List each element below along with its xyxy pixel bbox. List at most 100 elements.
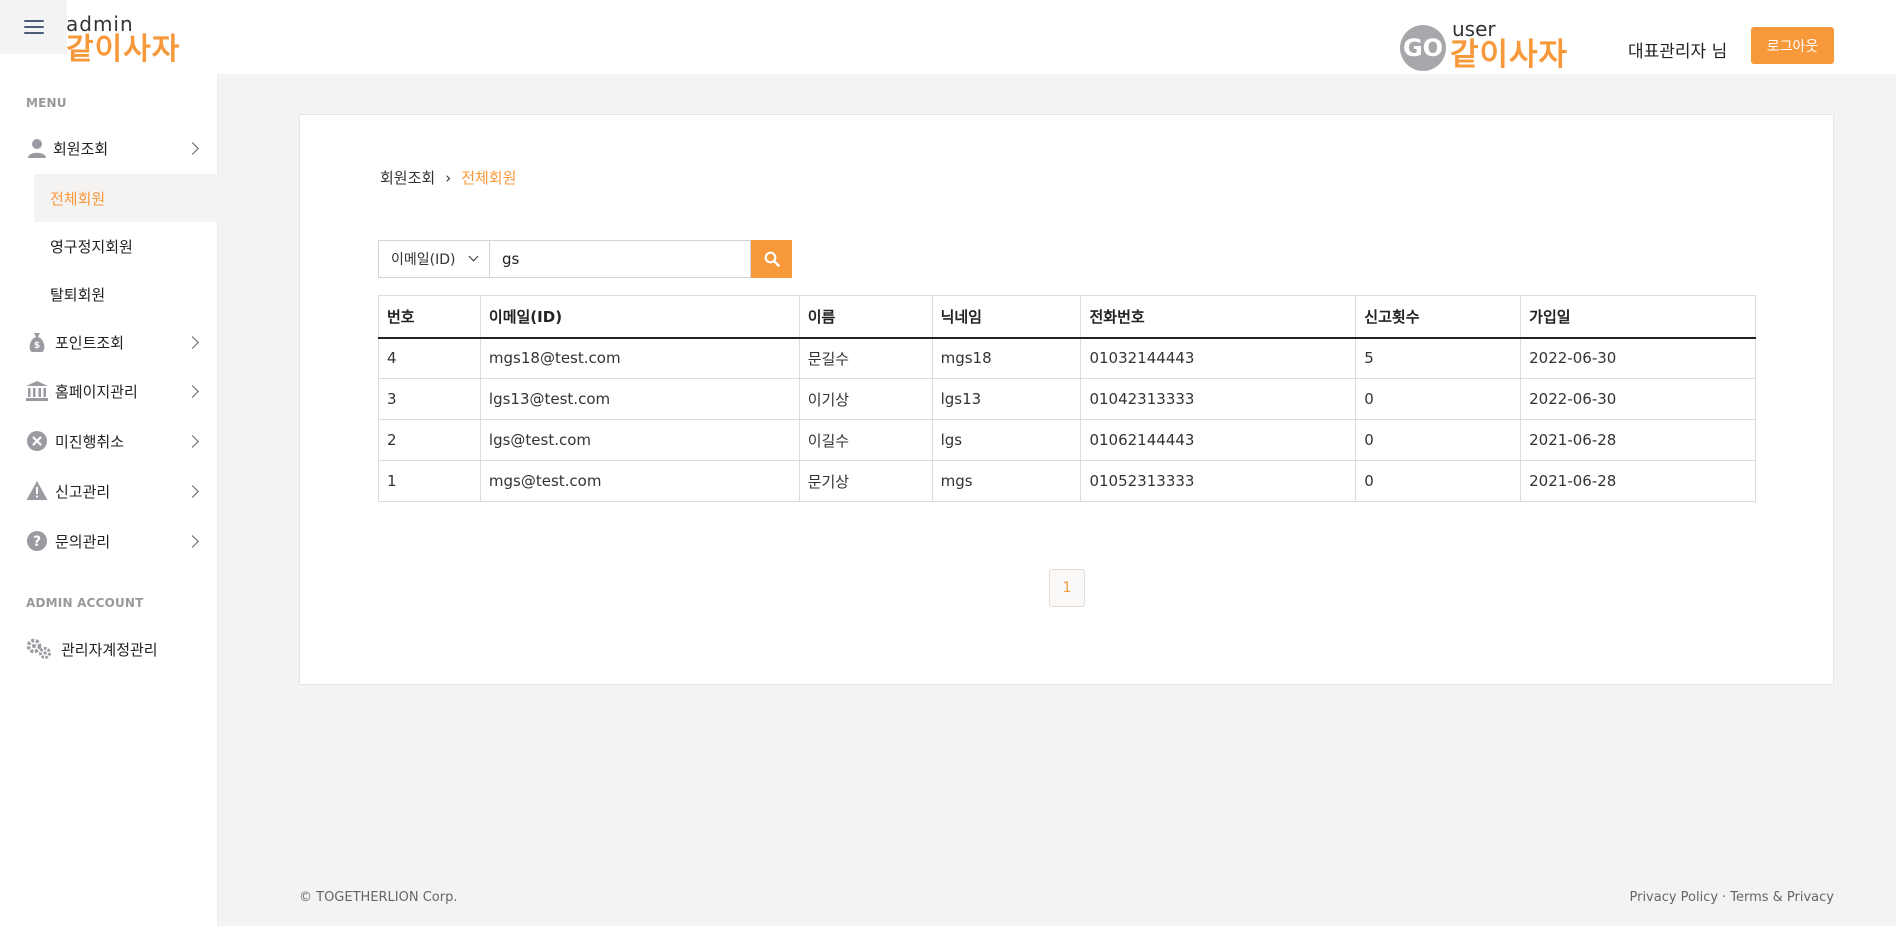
admin-logo-big: 같이사자 bbox=[66, 32, 181, 67]
cell-join-date: 2021-06-28 bbox=[1520, 460, 1756, 502]
chevron-down-icon bbox=[468, 251, 479, 262]
user-site-logo[interactable]: GO user 같이사자 bbox=[1400, 19, 1568, 71]
sidebar-item-inquiries[interactable]: ? 문의관리 bbox=[0, 521, 218, 561]
column-header-phone[interactable]: 전화번호 bbox=[1080, 295, 1357, 339]
user-logo-small: user bbox=[1452, 17, 1496, 41]
cell-join-date: 2021-06-28 bbox=[1520, 419, 1756, 461]
pagination-page-1[interactable]: 1 bbox=[1049, 569, 1085, 607]
sidebar-item-label: 신고관리 bbox=[55, 482, 111, 501]
cell-nickname: lgs bbox=[931, 419, 1082, 461]
top-header: admin 같이사자 GO user 같이사자 대표관리자 님 로그아웃 bbox=[0, 0, 1896, 74]
search-button[interactable] bbox=[751, 240, 792, 278]
sidebar-item-label: 회원조회 bbox=[53, 139, 109, 158]
table-row[interactable]: 1 mgs@test.com 문기상 mgs 01052313333 0 202… bbox=[378, 460, 1756, 502]
sidebar-item-label: 홈페이지관리 bbox=[55, 382, 138, 401]
cell-nickname: mgs18 bbox=[931, 337, 1082, 379]
table-row[interactable]: 4 mgs18@test.com 문길수 mgs18 01032144443 5… bbox=[378, 337, 1756, 379]
search-icon bbox=[764, 251, 780, 267]
sidebar-item-label: 미진행취소 bbox=[55, 432, 125, 451]
breadcrumb-parent[interactable]: 회원조회 bbox=[380, 167, 435, 188]
hamburger-menu-button[interactable] bbox=[0, 0, 67, 54]
cell-number: 4 bbox=[378, 337, 481, 379]
money-bag-icon: $ bbox=[25, 330, 49, 354]
cell-nickname: mgs bbox=[931, 460, 1082, 502]
table-row[interactable]: 2 lgs@test.com 이길수 lgs 01062144443 0 202… bbox=[378, 419, 1756, 461]
svg-text:?: ? bbox=[33, 534, 41, 550]
sidebar-item-cancel-pending[interactable]: 미진행취소 bbox=[0, 421, 218, 461]
cell-phone: 01062144443 bbox=[1080, 419, 1357, 461]
terms-link[interactable]: Terms & Privacy bbox=[1730, 890, 1834, 905]
breadcrumb-separator-icon: › bbox=[445, 168, 452, 187]
svg-text:$: $ bbox=[34, 341, 40, 351]
breadcrumb: 회원조회 › 전체회원 bbox=[380, 167, 516, 188]
chevron-right-icon bbox=[186, 434, 199, 448]
sidebar-item-label: 관리자계정관리 bbox=[61, 640, 158, 659]
members-table: 번호 이메일(ID) 이름 닉네임 전화번호 신고횟수 가입일 4 mgs18@… bbox=[378, 295, 1756, 502]
cell-email: mgs@test.com bbox=[479, 460, 800, 502]
content-card: 회원조회 › 전체회원 이메일(ID) 번호 이메일(ID) bbox=[299, 114, 1834, 685]
sidebar: MENU 회원조회 전체회원 영구정지회원 탈퇴회원 $ 포인트조회 홈페이지관… bbox=[0, 74, 218, 926]
cell-name: 문기상 bbox=[798, 460, 933, 502]
cell-report-count: 0 bbox=[1355, 419, 1522, 461]
cell-nickname: lgs13 bbox=[931, 378, 1082, 420]
privacy-policy-link[interactable]: Privacy Policy bbox=[1629, 890, 1718, 905]
cell-email: mgs18@test.com bbox=[479, 337, 800, 379]
cell-name: 문길수 bbox=[798, 337, 933, 379]
cell-number: 3 bbox=[378, 378, 481, 420]
cell-number: 1 bbox=[378, 460, 481, 502]
user-logo-big: 같이사자 bbox=[1450, 37, 1569, 73]
cell-phone: 01032144443 bbox=[1080, 337, 1357, 379]
sidebar-item-members[interactable]: 회원조회 bbox=[0, 128, 218, 168]
chevron-right-icon bbox=[186, 141, 199, 155]
cell-phone: 01042313333 bbox=[1080, 378, 1357, 420]
sidebar-subitem-label: 영구정지회원 bbox=[50, 237, 133, 256]
cell-report-count: 0 bbox=[1355, 378, 1522, 420]
hamburger-icon bbox=[23, 20, 44, 34]
cancel-circle-icon bbox=[25, 429, 49, 453]
main-content: 회원조회 › 전체회원 이메일(ID) 번호 이메일(ID) bbox=[218, 74, 1896, 804]
admin-logo[interactable]: admin 같이사자 bbox=[66, 13, 180, 65]
sidebar-item-points[interactable]: $ 포인트조회 bbox=[0, 322, 218, 362]
sidebar-subitem-banned-members[interactable]: 영구정지회원 bbox=[34, 222, 218, 270]
column-header-name[interactable]: 이름 bbox=[798, 295, 933, 339]
column-header-report-count[interactable]: 신고횟수 bbox=[1355, 295, 1522, 339]
bank-icon bbox=[25, 379, 49, 403]
gears-icon bbox=[25, 637, 53, 661]
sidebar-item-admin-accounts[interactable]: 관리자계정관리 bbox=[0, 629, 218, 669]
logout-button[interactable]: 로그아웃 bbox=[1751, 27, 1834, 64]
cell-name: 이기상 bbox=[798, 378, 933, 420]
sidebar-subitem-label: 전체회원 bbox=[50, 189, 106, 208]
table-row[interactable]: 3 lgs13@test.com 이기상 lgs13 01042313333 0… bbox=[378, 378, 1756, 420]
chevron-right-icon bbox=[186, 484, 199, 498]
go-badge: GO bbox=[1400, 25, 1446, 71]
footer: © TOGETHERLION Corp. Privacy Policy · Te… bbox=[218, 804, 1896, 926]
copyright: © TOGETHERLION Corp. bbox=[299, 890, 458, 905]
footer-links: Privacy Policy · Terms & Privacy bbox=[1629, 890, 1834, 905]
warning-icon bbox=[25, 479, 49, 503]
cell-number: 2 bbox=[378, 419, 481, 461]
question-circle-icon: ? bbox=[25, 529, 49, 553]
cell-report-count: 5 bbox=[1355, 337, 1522, 379]
cell-name: 이길수 bbox=[798, 419, 933, 461]
chevron-right-icon bbox=[186, 384, 199, 398]
column-header-nickname[interactable]: 닉네임 bbox=[931, 295, 1082, 339]
admin-name: 대표관리자 님 bbox=[1628, 42, 1728, 62]
column-header-email[interactable]: 이메일(ID) bbox=[479, 295, 800, 339]
sidebar-item-homepage[interactable]: 홈페이지관리 bbox=[0, 371, 218, 411]
column-header-join-date[interactable]: 가입일 bbox=[1520, 295, 1756, 339]
sidebar-subitem-withdrawn-members[interactable]: 탈퇴회원 bbox=[34, 270, 218, 318]
sidebar-subitem-all-members[interactable]: 전체회원 bbox=[34, 174, 218, 222]
chevron-right-icon bbox=[186, 534, 199, 548]
cell-email: lgs13@test.com bbox=[479, 378, 800, 420]
cell-phone: 01052313333 bbox=[1080, 460, 1357, 502]
sidebar-item-reports[interactable]: 신고관리 bbox=[0, 471, 218, 511]
sidebar-item-label: 포인트조회 bbox=[55, 333, 125, 352]
cell-join-date: 2022-06-30 bbox=[1520, 378, 1756, 420]
sidebar-item-label: 문의관리 bbox=[55, 532, 111, 551]
search-field-select[interactable]: 이메일(ID) bbox=[378, 240, 490, 278]
admin-account-section-label: ADMIN ACCOUNT bbox=[26, 596, 144, 610]
user-icon bbox=[25, 136, 49, 160]
column-header-number[interactable]: 번호 bbox=[378, 295, 481, 339]
table-header-row: 번호 이메일(ID) 이름 닉네임 전화번호 신고횟수 가입일 bbox=[378, 295, 1756, 339]
search-input[interactable] bbox=[490, 240, 751, 278]
